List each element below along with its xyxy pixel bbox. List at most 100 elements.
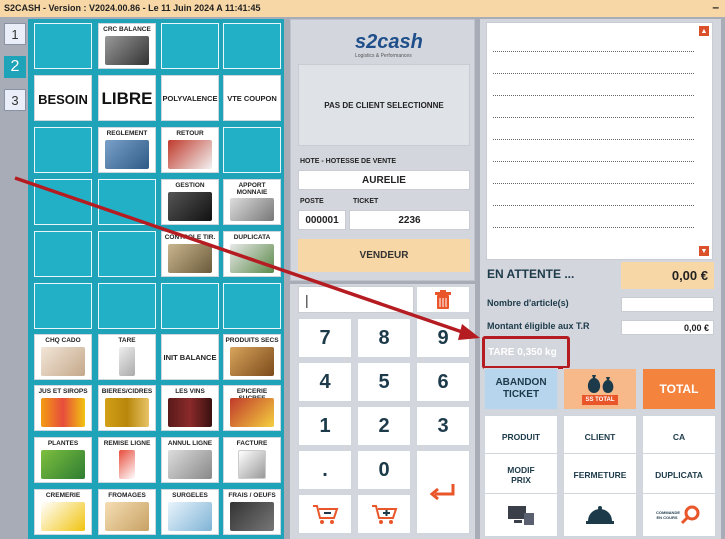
tare-button[interactable]: TARE: [98, 334, 156, 380]
client-selector[interactable]: PAS DE CLIENT SELECTIONNE: [298, 64, 470, 146]
cremerie-button[interactable]: CREMERIE: [34, 489, 92, 535]
les-vins-button[interactable]: LES VINS: [161, 385, 219, 431]
ticket-line: [493, 183, 694, 184]
chq-cado-button[interactable]: CHQ CADO: [34, 334, 92, 380]
retour-button[interactable]: RETOUR: [161, 127, 219, 173]
commande-en-cours-button[interactable]: COMMANDE EN COURS: [642, 493, 716, 537]
key-3[interactable]: 3: [416, 406, 470, 446]
minimize-button[interactable]: –: [712, 0, 719, 14]
page-tab-2[interactable]: 2: [4, 56, 26, 78]
crc-balance-button[interactable]: CRC BALANCE: [98, 23, 156, 69]
crc-balance-label: CRC BALANCE: [103, 26, 151, 33]
vte-coupon-label: VTE COUPON: [227, 94, 277, 103]
reglement-button[interactable]: REGLEMENT: [98, 127, 156, 173]
facture-label: FACTURE: [236, 440, 268, 447]
enter-button[interactable]: [416, 450, 470, 534]
key-1[interactable]: 1: [298, 406, 352, 446]
key-decimal[interactable]: .: [298, 450, 352, 490]
title-bar: S2CASH - Version : V2024.00.86 - Le 11 J…: [0, 0, 725, 17]
hote-label: HOTE - HOTESSE DE VENTE: [300, 158, 397, 165]
controle-tir-button[interactable]: CONTROLE TIR.: [161, 231, 219, 277]
epicerie-sucree-button[interactable]: EPICERIE SUCREE: [223, 385, 281, 431]
clear-button[interactable]: [416, 286, 470, 313]
key-7[interactable]: 7: [298, 318, 352, 358]
ca-label: CA: [672, 432, 686, 442]
gift-cheque-icon: [41, 347, 85, 376]
annul-ligne-button[interactable]: ANNUL LIGNE: [161, 437, 219, 483]
key-9[interactable]: 9: [416, 318, 470, 358]
total-button[interactable]: TOTAL: [642, 368, 716, 410]
en-attente-value: 0,00 €: [621, 262, 714, 289]
duplicata-label: DUPLICATA: [655, 470, 703, 480]
cancel-line-icon: [168, 450, 212, 479]
empty-tile: [223, 283, 281, 329]
key-2[interactable]: 2: [357, 406, 411, 446]
apport-monnaie-button[interactable]: APPORT MONNAIE: [223, 179, 281, 225]
cart-add-button[interactable]: [357, 494, 411, 534]
page-tab-1[interactable]: 1: [4, 23, 26, 45]
bieres-cidres-button[interactable]: BIERES/CIDRES: [98, 385, 156, 431]
trash-icon: [435, 289, 451, 309]
empty-tile: [161, 283, 219, 329]
key-6[interactable]: 6: [416, 362, 470, 402]
sweets-icon: [230, 398, 274, 427]
poste-label: POSTE: [300, 198, 324, 205]
fromages-button[interactable]: FROMAGES: [98, 489, 156, 535]
plantes-button[interactable]: PLANTES: [34, 437, 92, 483]
remise-ligne-label: REMISE LIGNE: [103, 440, 151, 447]
en-attente-label: EN ATTENTE ...: [487, 267, 575, 281]
frozen-icon: [168, 502, 212, 531]
remise-ligne-button[interactable]: REMISE LIGNE: [98, 437, 156, 483]
dairy-icon: [41, 502, 85, 531]
vendeur-button[interactable]: VENDEUR: [298, 239, 470, 272]
key-8[interactable]: 8: [357, 318, 411, 358]
surgeles-button[interactable]: SURGELES: [161, 489, 219, 535]
cash-drawer-icon: [230, 198, 274, 221]
jus-sirops-button[interactable]: JUS ET SIROPS: [34, 385, 92, 431]
quantity-input[interactable]: |: [298, 286, 414, 313]
gestion-button[interactable]: GESTION: [161, 179, 219, 225]
tare-tile-label: TARE: [118, 337, 136, 344]
dry-goods-icon: [230, 347, 274, 376]
empty-tile: [98, 231, 156, 277]
besoin-button[interactable]: BESOIN: [34, 75, 92, 121]
ticket-lines[interactable]: ▲ ▼: [486, 22, 713, 260]
key-4[interactable]: 4: [298, 362, 352, 402]
fermeture-button[interactable]: FERMETURE: [563, 453, 637, 497]
ticket-line: [493, 161, 694, 162]
scroll-down-button[interactable]: ▼: [699, 246, 709, 256]
banknotes-icon: [168, 244, 212, 273]
monitor-icon: [508, 506, 534, 525]
facture-button[interactable]: FACTURE: [223, 437, 281, 483]
ss-total-button[interactable]: SS TOTAL: [563, 368, 637, 410]
recettes-button[interactable]: [563, 493, 637, 537]
cart-remove-button[interactable]: [298, 494, 352, 534]
logo-text: s2cash: [355, 31, 423, 53]
produits-secs-button[interactable]: PRODUITS SECS: [223, 334, 281, 380]
gift-icon: [119, 450, 135, 479]
fromages-label: FROMAGES: [108, 492, 146, 499]
duplicata-tile-button[interactable]: DUPLICATA: [223, 231, 281, 277]
scroll-up-button[interactable]: ▲: [699, 26, 709, 36]
libre-button[interactable]: LIBRE: [98, 75, 156, 121]
apport-monnaie-label: APPORT MONNAIE: [236, 182, 268, 196]
empty-tile: [223, 127, 281, 173]
abandon-ticket-button[interactable]: ABANDON TICKET: [484, 368, 558, 410]
vte-coupon-button[interactable]: VTE COUPON: [223, 75, 281, 121]
modif-prix-button[interactable]: MODIF PRIX: [484, 453, 558, 497]
nb-articles-value: [621, 297, 714, 312]
frais-oeufs-button[interactable]: FRAIS / OEUFS: [223, 489, 281, 535]
init-balance-button[interactable]: INIT BALANCE: [161, 334, 219, 380]
page-tab-3[interactable]: 3: [4, 89, 26, 111]
ticket-value: 2236: [398, 214, 421, 226]
duplicata-button[interactable]: DUPLICATA: [642, 453, 716, 497]
annul-ligne-label: ANNUL LIGNE: [167, 440, 213, 447]
key-0[interactable]: 0: [357, 450, 411, 490]
device-button[interactable]: [484, 493, 558, 537]
polyvalence-button[interactable]: POLYVALENCE: [161, 75, 219, 121]
enter-arrow-icon: [429, 484, 455, 501]
text-cursor: |: [305, 291, 309, 308]
besoin-label: BESOIN: [38, 92, 88, 107]
scale-icon: [105, 36, 149, 65]
key-5[interactable]: 5: [357, 362, 411, 402]
